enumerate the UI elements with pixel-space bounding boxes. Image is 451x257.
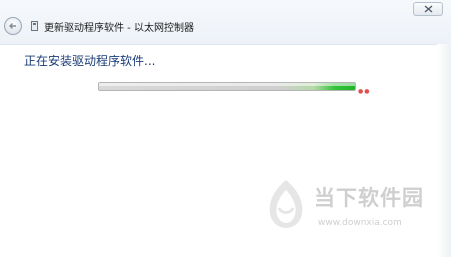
watermark: 当下软件园 www.downxia.com <box>264 178 434 238</box>
device-icon <box>31 21 38 31</box>
close-button[interactable] <box>413 2 443 16</box>
progress-dots: ●● <box>358 88 371 95</box>
back-arrow-icon <box>9 23 16 29</box>
window-edge <box>437 44 451 257</box>
watermark-brand: 当下软件园 <box>314 186 424 210</box>
watermark-logo-icon <box>269 180 303 228</box>
status-text: 正在安装驱动程序软件... <box>24 54 156 68</box>
window-title: 更新驱动程序软件 - 以太网控制器 <box>44 23 194 34</box>
back-button[interactable] <box>4 17 22 35</box>
progress-bar <box>98 82 356 91</box>
close-icon <box>424 5 433 13</box>
progress-fill <box>99 83 355 90</box>
watermark-url: www.downxia.com <box>318 218 402 228</box>
title-bar: 更新驱动程序软件 - 以太网控制器 <box>0 0 451 45</box>
